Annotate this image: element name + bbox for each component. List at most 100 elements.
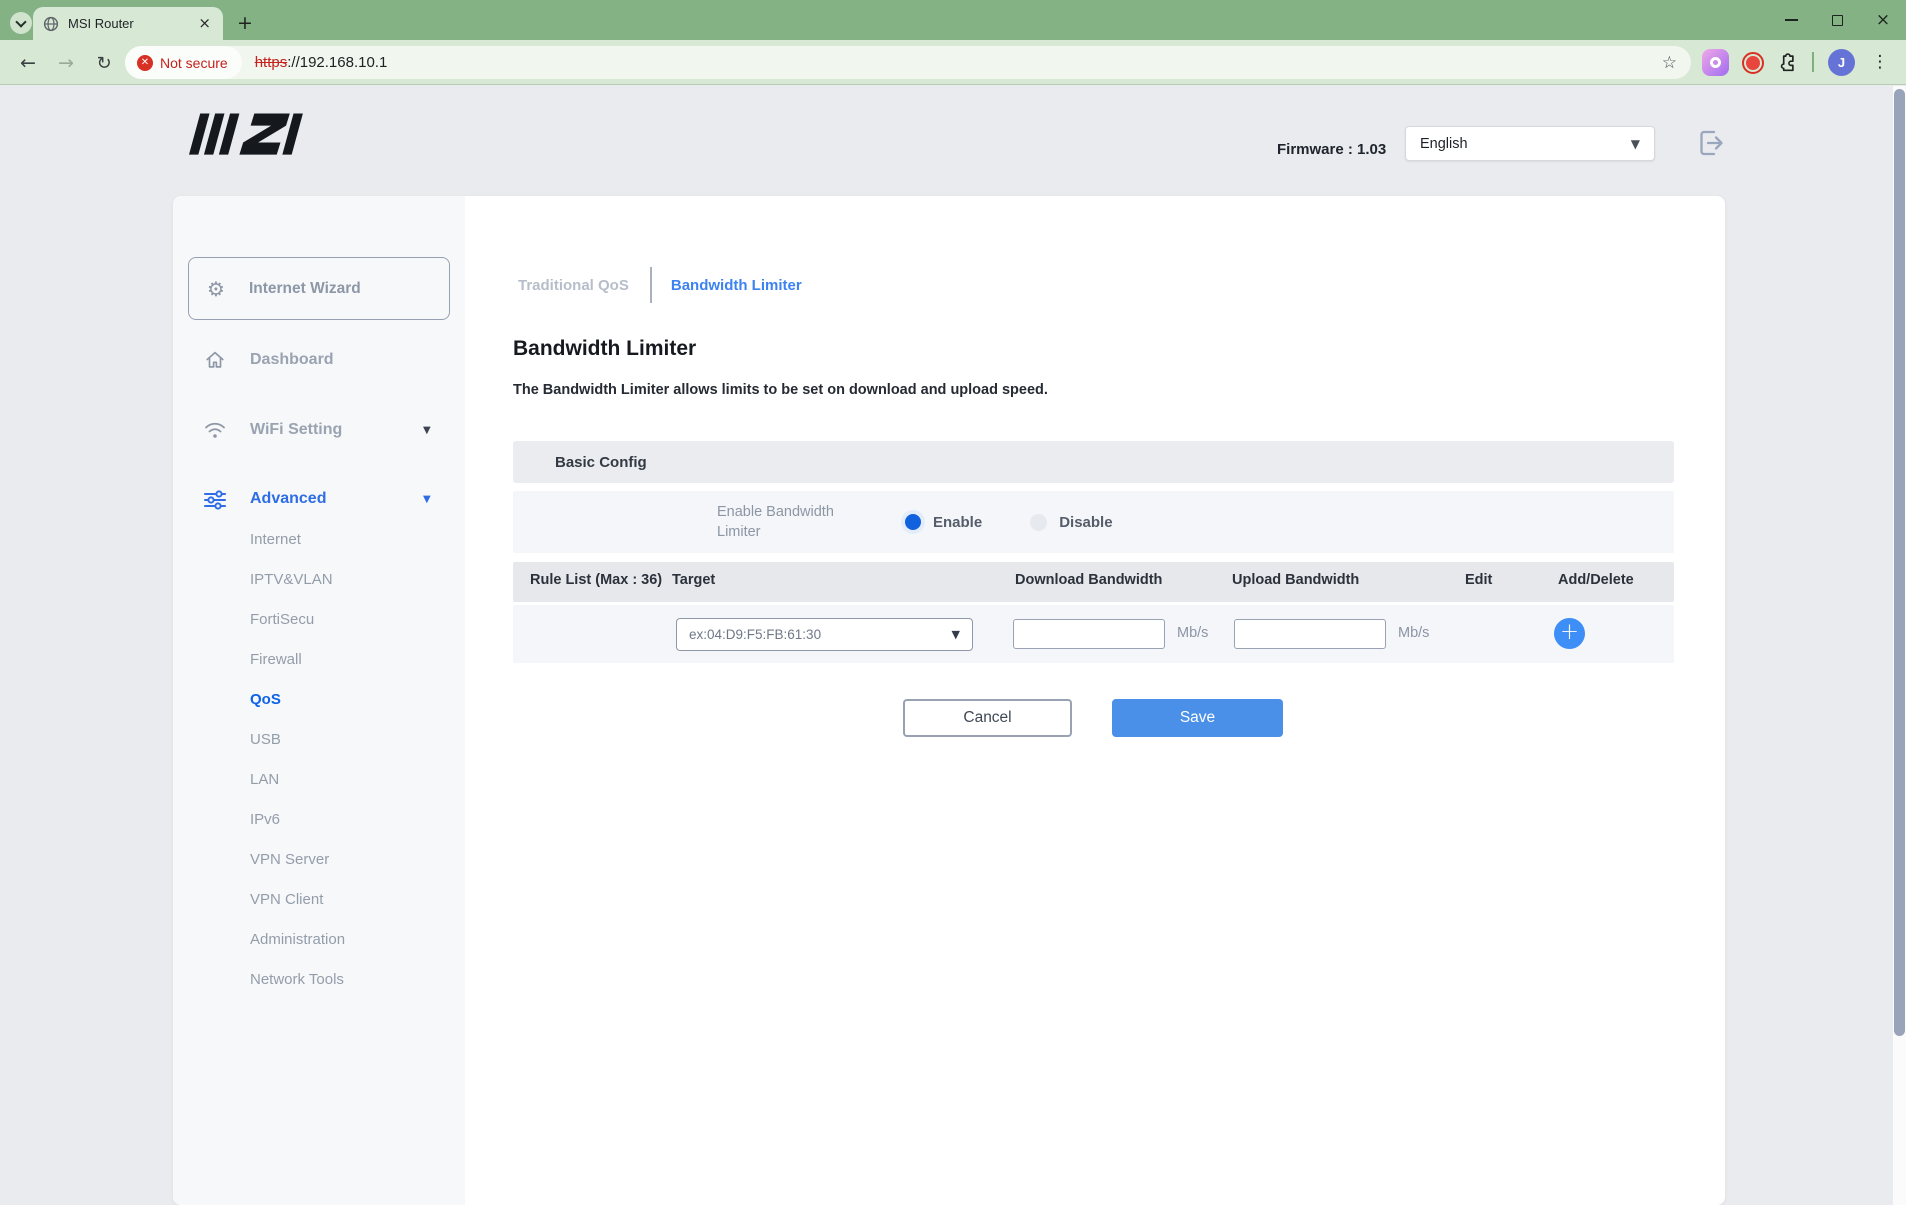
bookmark-star-icon[interactable]: ☆	[1662, 53, 1677, 73]
cancel-button[interactable]: Cancel	[903, 699, 1072, 737]
sidebar-item-internet[interactable]: Internet	[173, 519, 465, 559]
language-selected-value: English	[1420, 136, 1631, 152]
add-rule-button[interactable]: +	[1554, 618, 1585, 649]
extensions-puzzle-button[interactable]	[1772, 49, 1799, 76]
sidebar-item-vpn-client[interactable]: VPN Client	[173, 879, 465, 919]
profile-avatar[interactable]: J	[1828, 49, 1855, 76]
plus-icon: +	[1560, 621, 1579, 644]
sidebar-item-advanced[interactable]: Advanced ▼	[173, 484, 465, 514]
logout-button[interactable]	[1694, 126, 1728, 160]
ring-icon	[1710, 57, 1721, 68]
page-scrollbar[interactable]	[1893, 86, 1906, 1205]
tab-bandwidth-limiter[interactable]: Bandwidth Limiter	[666, 277, 807, 294]
msi-logo	[189, 112, 329, 163]
download-bandwidth-input[interactable]	[1013, 619, 1165, 649]
browser-tab[interactable]: MSI Router ×	[33, 7, 223, 40]
sidebar-item-ipv6[interactable]: IPv6	[173, 799, 465, 839]
sidebar-item-label: Dashboard	[250, 351, 334, 369]
radio-enable-label[interactable]: Enable	[933, 514, 982, 531]
basic-config-title: Basic Config	[555, 454, 647, 471]
chevron-down-icon: ▼	[423, 425, 431, 436]
new-tab-button[interactable]: +	[232, 10, 258, 36]
advanced-submenu: Internet IPTV&VLAN FortiSecu Firewall Qo…	[173, 519, 465, 999]
tab-traditional-qos[interactable]: Traditional QoS	[513, 277, 634, 294]
save-button[interactable]: Save	[1112, 699, 1283, 737]
maximize-icon	[1832, 15, 1843, 26]
target-select[interactable]: ex:04:D9:F5:FB:61:30 ▼	[676, 618, 973, 651]
address-bar[interactable]: ✕ Not secure https://192.168.10.1 ☆	[125, 46, 1691, 79]
firmware-version: Firmware : 1.03	[1277, 141, 1386, 158]
scrollbar-thumb[interactable]	[1894, 89, 1905, 1036]
sidebar-item-vpn-server[interactable]: VPN Server	[173, 839, 465, 879]
chevron-down-icon	[15, 16, 26, 27]
sidebar-item-qos[interactable]: QoS	[173, 679, 465, 719]
browser-menu-button[interactable]: ⋮	[1868, 48, 1892, 76]
sidebar-item-network-tools[interactable]: Network Tools	[173, 959, 465, 999]
record-ring-icon	[1742, 52, 1764, 74]
page-description: The Bandwidth Limiter allows limits to b…	[513, 382, 1048, 398]
col-upload-bandwidth: Upload Bandwidth	[1232, 572, 1359, 588]
not-secure-label: Not secure	[160, 55, 228, 71]
tab-close-icon[interactable]: ×	[196, 16, 213, 31]
upload-bandwidth-input[interactable]	[1234, 619, 1386, 649]
sidebar-item-fortisecu[interactable]: FortiSecu	[173, 599, 465, 639]
language-select[interactable]: English ▼	[1405, 126, 1655, 161]
wifi-icon	[203, 419, 227, 441]
chevron-down-icon: ▼	[1631, 137, 1640, 151]
extension-record-icon[interactable]	[1739, 49, 1766, 76]
sidebar-item-usb[interactable]: USB	[173, 719, 465, 759]
toolbar-divider	[1812, 52, 1814, 72]
sidebar-item-dashboard[interactable]: Dashboard	[173, 345, 465, 375]
chevron-down-icon: ▼	[952, 628, 960, 641]
tab-search-button[interactable]	[10, 12, 32, 34]
sidebar-item-label: WiFi Setting	[250, 421, 342, 439]
sidebar-item-firewall[interactable]: Firewall	[173, 639, 465, 679]
home-icon	[203, 349, 227, 371]
basic-config-header: Basic Config	[513, 441, 1674, 483]
content-area: Traditional QoS Bandwidth Limiter Bandwi…	[513, 196, 1674, 1205]
target-selected-value: ex:04:D9:F5:FB:61:30	[689, 627, 952, 642]
col-add-delete: Add/Delete	[1558, 572, 1634, 588]
sidebar-item-administration[interactable]: Administration	[173, 919, 465, 959]
window-maximize-button[interactable]	[1814, 0, 1860, 40]
sidebar-item-iptv-vlan[interactable]: IPTV&VLAN	[173, 559, 465, 599]
url-rest: ://192.168.10.1	[287, 54, 387, 71]
window-controls: ×	[1768, 0, 1906, 40]
sidebar-item-wifi-setting[interactable]: WiFi Setting ▼	[173, 415, 465, 445]
url-text: https://192.168.10.1	[255, 54, 1662, 71]
radio-disable[interactable]	[1030, 514, 1047, 531]
enable-radio-group: Enable Disable	[905, 491, 1113, 553]
forward-button[interactable]: →	[52, 49, 80, 77]
reload-button[interactable]: ↻	[90, 49, 118, 77]
enable-limiter-label: Enable Bandwidth Limiter	[717, 503, 877, 542]
router-page: Firmware : 1.03 English ▼ ⚙ Internet Wiz…	[0, 86, 1906, 1205]
radio-enable-selected[interactable]	[905, 514, 921, 530]
sidebar-item-lan[interactable]: LAN	[173, 759, 465, 799]
url-scheme: https	[255, 54, 288, 71]
rule-table-header: Rule List (Max : 36) Target Download Ban…	[513, 562, 1674, 602]
tab-title: MSI Router	[68, 16, 196, 31]
sidebar: ⚙ Internet Wizard Dashboard WiFi Setti	[173, 196, 465, 1205]
record-dot-icon	[1746, 56, 1760, 70]
not-secure-chip[interactable]: ✕ Not secure	[125, 46, 242, 79]
sidebar-item-label: Advanced	[250, 490, 326, 508]
chevron-down-icon: ▼	[423, 494, 431, 505]
back-button[interactable]: ←	[14, 49, 42, 77]
gear-icon: ⚙	[207, 279, 225, 299]
col-edit: Edit	[1465, 572, 1492, 588]
main-card: ⚙ Internet Wizard Dashboard WiFi Setti	[173, 196, 1725, 1205]
window-close-button[interactable]: ×	[1860, 0, 1906, 40]
form-actions: Cancel Save	[513, 699, 1674, 737]
window-minimize-button[interactable]	[1768, 0, 1814, 40]
radio-disable-label[interactable]: Disable	[1059, 514, 1112, 531]
internet-wizard-label: Internet Wizard	[249, 280, 361, 298]
col-target: Target	[672, 572, 715, 588]
upload-unit-label: Mb/s	[1398, 625, 1429, 641]
minimize-icon	[1785, 19, 1798, 21]
sliders-icon	[203, 488, 227, 510]
sidebar-item-internet-wizard[interactable]: ⚙ Internet Wizard	[188, 257, 450, 320]
tab-divider	[650, 267, 652, 303]
extension-pink-icon[interactable]	[1702, 49, 1729, 76]
download-unit-label: Mb/s	[1177, 625, 1208, 641]
enable-limiter-row: Enable Bandwidth Limiter Enable Disable	[513, 491, 1674, 553]
